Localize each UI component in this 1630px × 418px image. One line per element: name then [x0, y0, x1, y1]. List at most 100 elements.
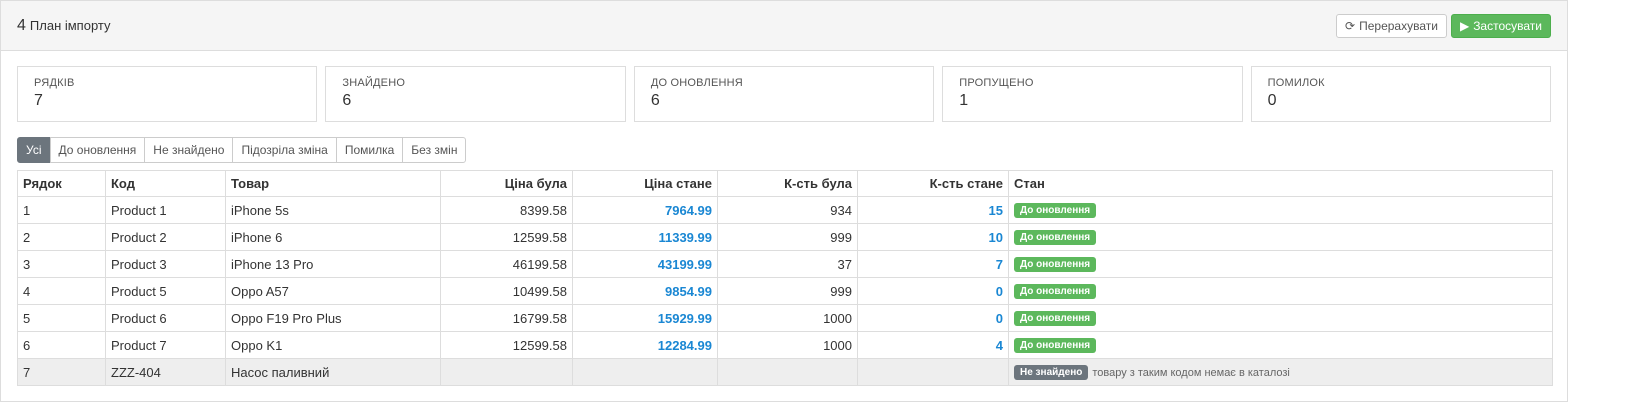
page-title: 4 План імпорту: [17, 17, 111, 35]
cell-code: Product 3: [105, 250, 226, 278]
cell-status: До оновлення: [1008, 250, 1553, 278]
filter-not-found[interactable]: Не знайдено: [144, 137, 234, 163]
cell-qty-was: 999: [717, 223, 858, 251]
stat-skipped: Пропущено 1: [942, 66, 1243, 122]
filter-to-update[interactable]: До оновлення: [49, 137, 146, 163]
table-header-row: Рядок Код Товар Ціна була Ціна стане К-с…: [17, 170, 1553, 197]
col-qty-new: К-сть стане: [857, 170, 1009, 197]
table-row: 5 Product 6 Oppo F19 Pro Plus 16799.58 1…: [17, 304, 1553, 332]
header-actions: ⟳ Перерахувати ▶ Застосувати: [1336, 13, 1551, 38]
cell-qty-was: 999: [717, 277, 858, 305]
status-badge: До оновлення: [1014, 338, 1097, 354]
filter-all[interactable]: Усі: [17, 137, 51, 163]
cell-product: iPhone 5s: [225, 196, 441, 224]
cell-product: Oppo K1: [225, 331, 441, 359]
refresh-icon: ⟳: [1345, 18, 1356, 33]
step-number: 4: [17, 16, 26, 34]
col-price-new: Ціна стане: [572, 170, 718, 197]
cell-price-new: 15929.99: [572, 304, 718, 332]
cell-product: Насос паливний: [225, 358, 441, 386]
cell-code: Product 2: [105, 223, 226, 251]
cell-price-was: 12599.58: [440, 331, 573, 359]
status-badge: Не знайдено: [1014, 365, 1089, 381]
cell-price-new: 12284.99: [572, 331, 718, 359]
cell-product: Oppo F19 Pro Plus: [225, 304, 441, 332]
cell-row: 1: [17, 196, 106, 224]
cell-price-new: [572, 358, 718, 386]
col-price-was: Ціна була: [440, 170, 573, 197]
cell-qty-was: [717, 358, 858, 386]
cell-status: Не знайдено товару з таким кодом немає в …: [1008, 358, 1553, 386]
stat-value: 7: [34, 92, 43, 109]
stats-row: Рядків 7 Знайдено 6 До оновлення 6 Пропу…: [17, 66, 1552, 122]
cell-code: Product 7: [105, 331, 226, 359]
cell-code: ZZZ-404: [105, 358, 226, 386]
cell-qty-was: 37: [717, 250, 858, 278]
stat-value: 6: [650, 92, 660, 109]
cell-status: До оновлення: [1008, 277, 1553, 305]
cell-qty-was: 934: [717, 196, 858, 224]
table-row: 6 Product 7 Oppo K1 12599.58 12284.99 10…: [17, 331, 1553, 359]
filter-suspicious[interactable]: Підозріла зміна: [232, 137, 337, 163]
cell-qty-new: [857, 358, 1009, 386]
cell-qty-new: 15: [857, 196, 1009, 224]
cell-qty-was: 1000: [717, 304, 858, 332]
apply-button[interactable]: ▶ Застосувати: [1450, 13, 1551, 38]
cell-product: iPhone 13 Pro: [225, 250, 441, 278]
cell-qty-new: 0: [857, 277, 1009, 305]
cell-row: 6: [17, 331, 106, 359]
cell-status: До оновлення: [1008, 196, 1553, 224]
import-plan-panel: 4 План імпорту ⟳ Перерахувати ▶ Застосув…: [0, 0, 1568, 402]
col-code: Код: [105, 170, 226, 197]
status-badge: До оновлення: [1014, 311, 1097, 327]
stat-rows: Рядків 7: [17, 66, 318, 122]
cell-row: 5: [17, 304, 106, 332]
cell-price-was: 10499.58: [440, 277, 573, 305]
filter-unchanged[interactable]: Без змін: [402, 137, 467, 163]
cell-price-was: 8399.58: [440, 196, 573, 224]
table-row: 4 Product 5 Oppo A57 10499.58 9854.99 99…: [17, 277, 1553, 305]
cell-code: Product 5: [105, 277, 226, 305]
cell-status: До оновлення: [1008, 304, 1553, 332]
panel-heading: 4 План імпорту ⟳ Перерахувати ▶ Застосув…: [1, 1, 1567, 51]
stat-label: До оновлення: [650, 77, 743, 89]
cell-price-new: 43199.99: [572, 250, 718, 278]
cell-product: Oppo A57: [225, 277, 441, 305]
stat-label: Пропущено: [959, 77, 1034, 89]
col-status: Стан: [1008, 170, 1553, 197]
stat-found: Знайдено 6: [325, 66, 626, 122]
apply-label: Застосувати: [1473, 18, 1542, 33]
cell-price-was: 12599.58: [440, 223, 573, 251]
cell-row: 3: [17, 250, 106, 278]
play-icon: ▶: [1459, 18, 1470, 33]
status-badge: До оновлення: [1014, 230, 1097, 246]
cell-price-was: [440, 358, 573, 386]
recalculate-button[interactable]: ⟳ Перерахувати: [1336, 13, 1447, 38]
filter-button-group: Усі До оновлення Не знайдено Підозріла з…: [17, 137, 467, 163]
col-row: Рядок: [17, 170, 106, 197]
stat-value: 0: [1267, 92, 1277, 109]
cell-price-new: 11339.99: [572, 223, 718, 251]
stat-value: 1: [959, 92, 969, 109]
filter-error[interactable]: Помилка: [335, 137, 404, 163]
stat-errors: Помилок 0: [1250, 66, 1552, 122]
stat-to-update: До оновлення 6: [633, 66, 935, 122]
import-plan-table: Рядок Код Товар Ціна була Ціна стане К-с…: [17, 170, 1553, 386]
cell-qty-new: 4: [857, 331, 1009, 359]
cell-qty-was: 1000: [717, 331, 858, 359]
table-row: 1 Product 1 iPhone 5s 8399.58 7964.99 93…: [17, 196, 1553, 224]
stat-value: 6: [342, 92, 352, 109]
cell-price-was: 16799.58: [440, 304, 573, 332]
title-text: План імпорту: [29, 17, 111, 33]
table-row: 2 Product 2 iPhone 6 12599.58 11339.99 9…: [17, 223, 1553, 251]
cell-qty-new: 7: [857, 250, 1009, 278]
stat-label: Рядків: [34, 77, 75, 89]
cell-row: 4: [17, 277, 106, 305]
cell-status: До оновлення: [1008, 223, 1553, 251]
status-note: товару з таким кодом немає в каталозі: [1092, 366, 1290, 379]
stat-label: Знайдено: [342, 77, 406, 89]
cell-product: iPhone 6: [225, 223, 441, 251]
cell-code: Product 1: [105, 196, 226, 224]
cell-price-was: 46199.58: [440, 250, 573, 278]
cell-qty-new: 10: [857, 223, 1009, 251]
